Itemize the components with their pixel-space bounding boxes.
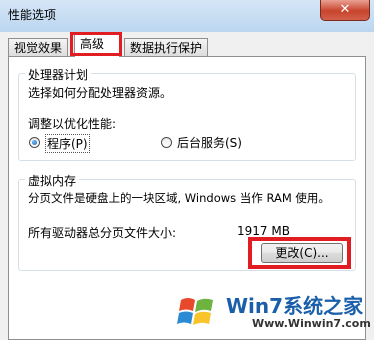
programs-radio[interactable] (29, 137, 40, 148)
windows-logo-icon (177, 298, 213, 325)
processor-group-title: 处理器计划 (25, 66, 92, 83)
optimize-label: 调整以优化性能: (28, 117, 117, 131)
background-services-option-label[interactable]: 后台服务(S) (177, 134, 242, 151)
advanced-tab-highlight (70, 32, 122, 56)
programs-option-label[interactable]: 程序(P) (45, 134, 90, 153)
tab-visual-effects[interactable]: 视觉效果 (8, 38, 69, 57)
background-services-radio[interactable] (161, 137, 172, 148)
close-button[interactable]: ✕ (320, 0, 370, 21)
total-paging-label: 所有驱动器总分页文件大小: (28, 226, 177, 240)
tab-data-execution-prevention[interactable]: 数据执行保护 (124, 38, 209, 57)
total-paging-value: 1917 MB (237, 224, 290, 238)
radio-selected-dot (32, 140, 37, 145)
watermark-url: Www.Winwin7.com (252, 317, 371, 330)
virtual-memory-description: 分页文件是硬盘上的一块区域, Windows 当作 RAM 使用。 (28, 191, 330, 205)
window-title: 性能选项 (8, 8, 57, 22)
close-icon: ✕ (339, 2, 351, 17)
watermark-brand-text: Win7系统之家 (226, 294, 364, 318)
virtual-memory-group-title: 虚拟内存 (25, 172, 80, 189)
processor-description: 选择如何分配处理器资源。 (28, 86, 173, 100)
change-button-highlight (248, 237, 351, 269)
title-bar[interactable] (0, 0, 374, 32)
